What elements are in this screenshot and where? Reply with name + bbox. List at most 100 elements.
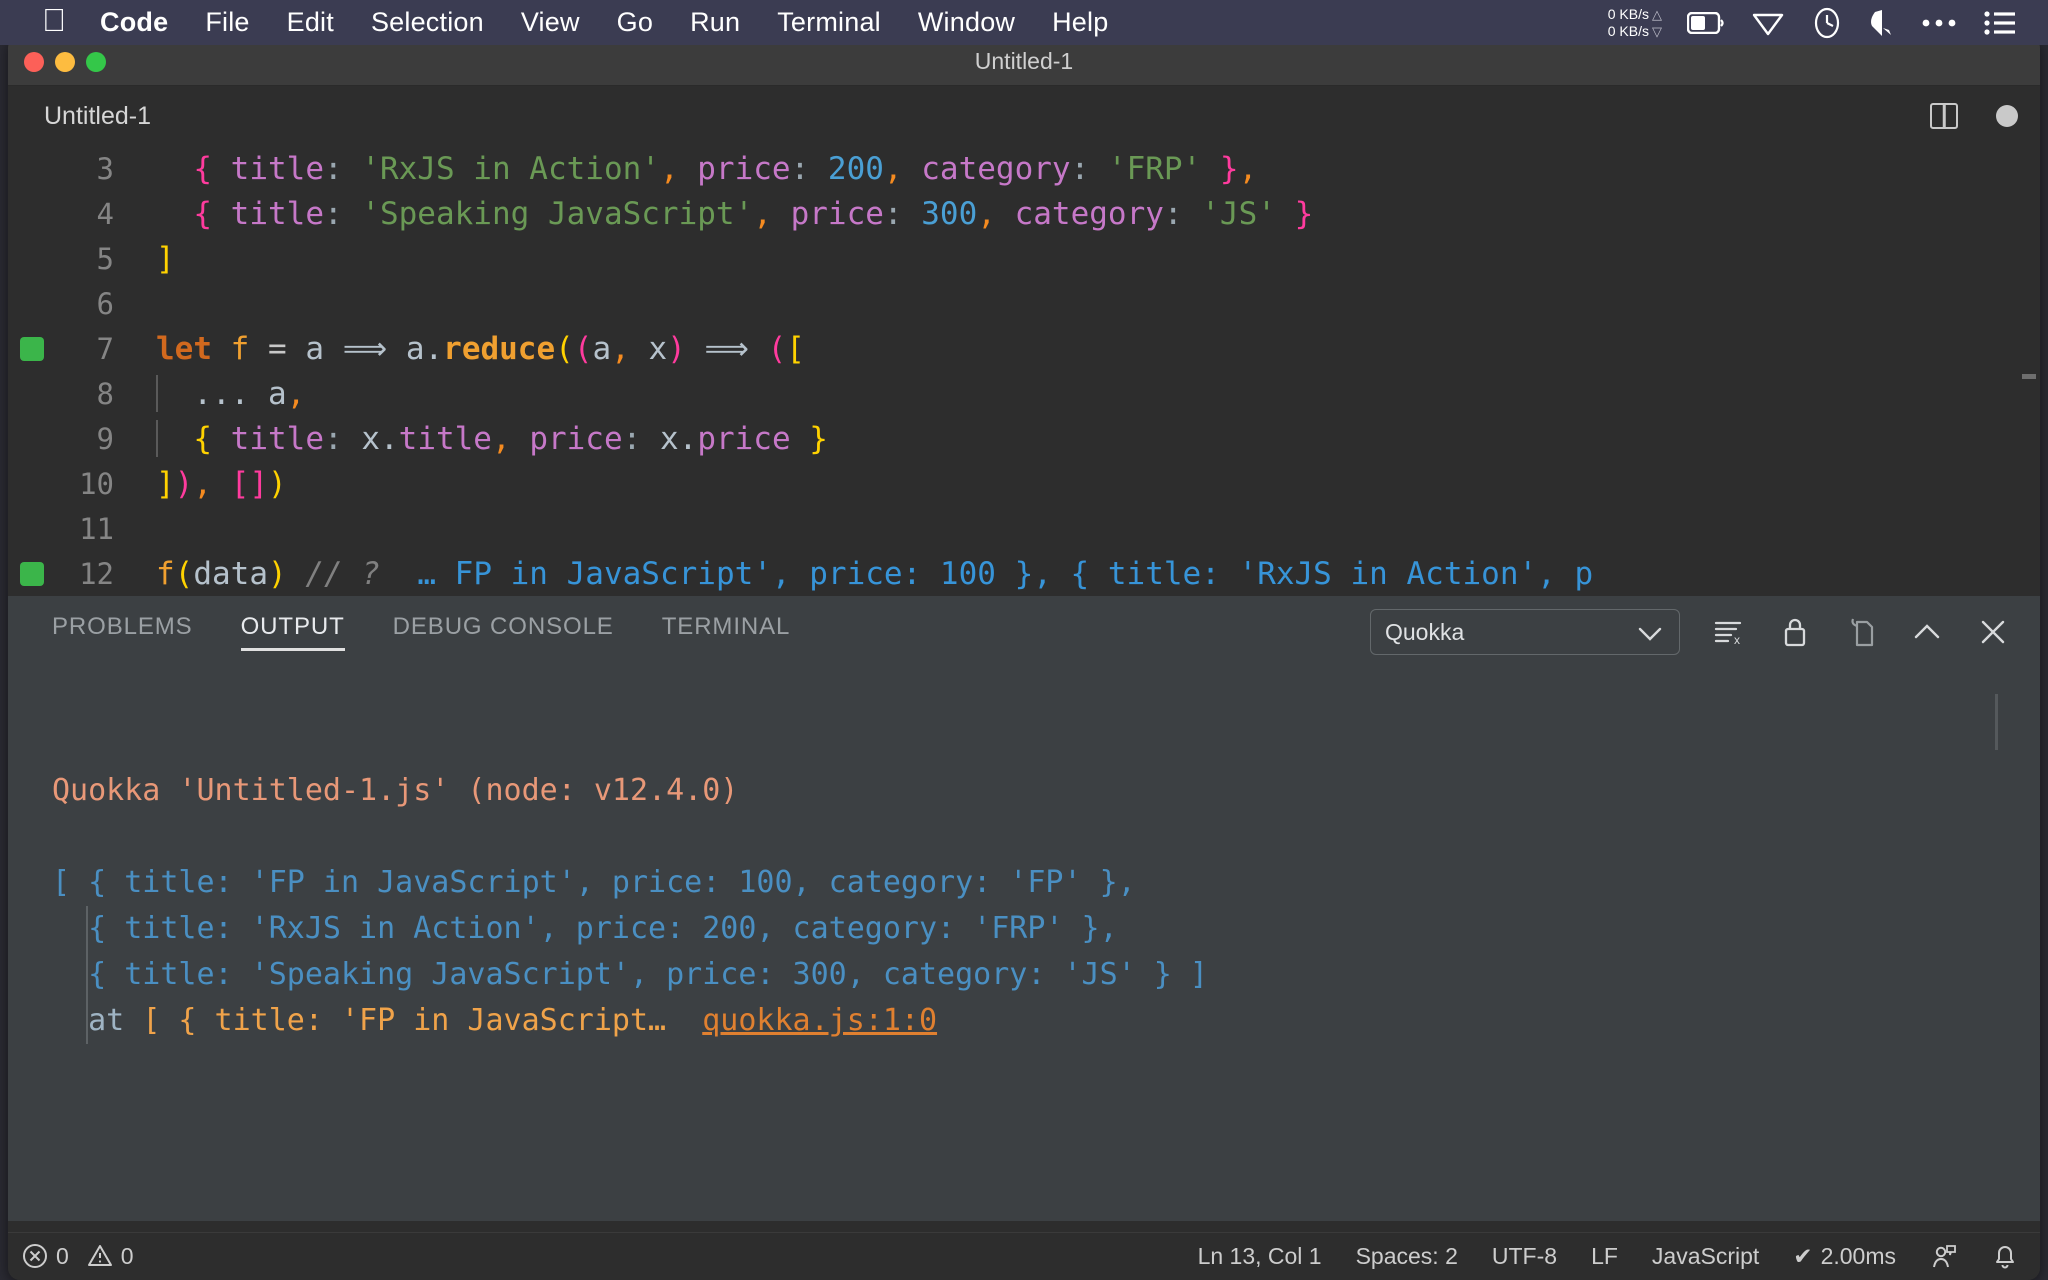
close-panel-icon[interactable] — [1976, 615, 2010, 649]
notifications-bell-icon[interactable] — [1992, 1243, 2018, 1271]
code-token: 300 — [902, 195, 978, 232]
line-content: ] — [136, 241, 175, 277]
code-token: . — [678, 420, 698, 457]
code-token: [ — [230, 465, 250, 502]
code-token: 200 — [809, 150, 884, 187]
code-token: ] — [156, 240, 175, 277]
output-channel-select[interactable]: Quokka — [1370, 609, 1680, 655]
code-token: reduce — [443, 330, 556, 367]
code-token: price — [771, 195, 884, 232]
tab-untitled-1[interactable]: Untitled-1 — [8, 86, 177, 146]
code-token: ( — [174, 555, 194, 592]
menu-item-run[interactable]: Run — [690, 7, 740, 38]
output-text: { title: 'RxJS in Action', price: 200, c… — [52, 911, 1118, 946]
code-line[interactable]: 8 ... a, — [8, 371, 2040, 416]
code-line[interactable]: 7 let f = a ⟹ a.reduce((a, x) ⟹ ([ — [8, 326, 2040, 371]
wifi-icon[interactable] — [1751, 9, 1785, 37]
editor-scrollbar-marker[interactable] — [2022, 374, 2036, 379]
status-quokka-timing[interactable]: ✔ 2.00ms — [1793, 1243, 1896, 1270]
code-token: , — [611, 330, 630, 367]
line-number: 8 — [96, 376, 114, 411]
minimize-window-button[interactable] — [55, 52, 75, 72]
code-token: 'FRP' — [1089, 150, 1202, 187]
line-number: 10 — [79, 466, 114, 501]
editor-tab-bar: Untitled-1 — [8, 86, 2040, 146]
code-line[interactable]: 12 f(data) // ? … FP in JavaScript', pric… — [8, 551, 2040, 596]
code-line[interactable]: 5] — [8, 236, 2040, 281]
panel-tab-terminal[interactable]: TERMINAL — [662, 607, 791, 657]
error-circle-icon — [22, 1243, 48, 1270]
close-window-button[interactable] — [24, 52, 44, 72]
code-token: [ — [786, 330, 805, 367]
code-token: : — [883, 195, 903, 232]
battery-icon[interactable] — [1687, 11, 1725, 34]
menu-item-help[interactable]: Help — [1052, 7, 1108, 38]
output-content[interactable]: Quokka 'Untitled-1.js' (node: v12.4.0) [ … — [8, 668, 2040, 1136]
open-in-editor-icon[interactable] — [1844, 615, 1878, 649]
menu-item-window[interactable]: Window — [918, 7, 1015, 38]
panel-tab-problems[interactable]: PROBLEMS — [52, 607, 193, 657]
output-source-link[interactable]: quokka.js:1:0 — [702, 1003, 937, 1038]
unsaved-dot-icon[interactable] — [1996, 105, 2018, 127]
code-token: a — [305, 330, 325, 367]
status-cursor-position[interactable]: Ln 13, Col 1 — [1198, 1243, 1322, 1270]
code-token: = — [268, 330, 287, 367]
lock-scroll-icon[interactable] — [1778, 615, 1812, 649]
code-line[interactable]: 11 — [8, 506, 2040, 551]
menu-item-go[interactable]: Go — [617, 7, 653, 38]
time-machine-icon[interactable] — [1811, 7, 1843, 39]
code-editor[interactable]: 3 { title: 'RxJS in Action', price: 200,… — [8, 146, 2040, 596]
dropbox-icon[interactable] — [1869, 8, 1895, 38]
menu-item-code[interactable]: Code — [100, 7, 168, 38]
quokka-run-indicator-icon[interactable] — [20, 337, 44, 361]
code-token: { — [193, 150, 212, 187]
status-language-mode[interactable]: JavaScript — [1652, 1243, 1759, 1270]
code-line[interactable]: 9 { title: x.title, price: x.price } — [8, 416, 2040, 461]
code-token: : — [323, 150, 343, 187]
network-speed-indicator[interactable]: 0 KB/s △ 0 KB/s ▽ — [1608, 6, 1662, 40]
network-upload-value: 0 KB/s — [1607, 5, 1649, 22]
code-token: 'JS' — [1182, 195, 1276, 232]
tab-label: Untitled-1 — [44, 101, 151, 130]
code-token: price — [697, 420, 791, 457]
code-token: , — [193, 465, 213, 502]
quokka-run-indicator-icon[interactable] — [20, 562, 44, 586]
line-content: { title: 'RxJS in Action', price: 200, c… — [136, 151, 1257, 187]
indent-guide — [156, 420, 158, 457]
code-line[interactable]: 4 { title: 'Speaking JavaScript', price:… — [8, 191, 2040, 236]
line-content: ... a, — [136, 376, 305, 412]
vscode-window: Untitled-1 Untitled-1 3 { title: 'RxJS i… — [8, 38, 2040, 1280]
apple-logo-icon[interactable]:  — [42, 4, 66, 36]
code-line[interactable]: 3 { title: 'RxJS in Action', price: 200,… — [8, 146, 2040, 191]
status-indentation[interactable]: Spaces: 2 — [1356, 1243, 1458, 1270]
status-problems[interactable]: 0 0 — [22, 1243, 134, 1270]
collapse-panel-icon[interactable] — [1910, 615, 1944, 649]
code-token: , — [753, 195, 772, 232]
clear-output-icon[interactable]: x — [1712, 615, 1746, 649]
menu-item-file[interactable]: File — [205, 7, 249, 38]
feedback-person-icon[interactable] — [1930, 1243, 1958, 1271]
menu-item-terminal[interactable]: Terminal — [777, 7, 881, 38]
panel-tab-debug-console[interactable]: DEBUG CONSOLE — [393, 607, 614, 657]
ellipsis-icon[interactable] — [1921, 17, 1957, 29]
menu-item-edit[interactable]: Edit — [287, 7, 334, 38]
line-number: 9 — [96, 421, 114, 456]
code-token: x — [342, 420, 380, 457]
menu-item-view[interactable]: View — [521, 7, 580, 38]
status-encoding[interactable]: UTF-8 — [1492, 1243, 1557, 1270]
control-center-icon[interactable] — [1983, 10, 2017, 36]
code-token: ) — [268, 555, 287, 592]
split-editor-icon[interactable] — [1930, 103, 1958, 129]
svg-text:x: x — [1734, 633, 1740, 646]
code-token: : — [323, 195, 343, 232]
menu-item-selection[interactable]: Selection — [371, 7, 484, 38]
code-token: 'Speaking JavaScript' — [342, 195, 754, 232]
panel-tab-output[interactable]: OUTPUT — [240, 607, 345, 657]
code-line[interactable]: 10]), []) — [8, 461, 2040, 506]
code-line[interactable]: 6 — [8, 281, 2040, 326]
panel-header-actions: Quokka x — [1370, 596, 2010, 668]
maximize-window-button[interactable] — [86, 52, 106, 72]
status-eol[interactable]: LF — [1591, 1243, 1618, 1270]
